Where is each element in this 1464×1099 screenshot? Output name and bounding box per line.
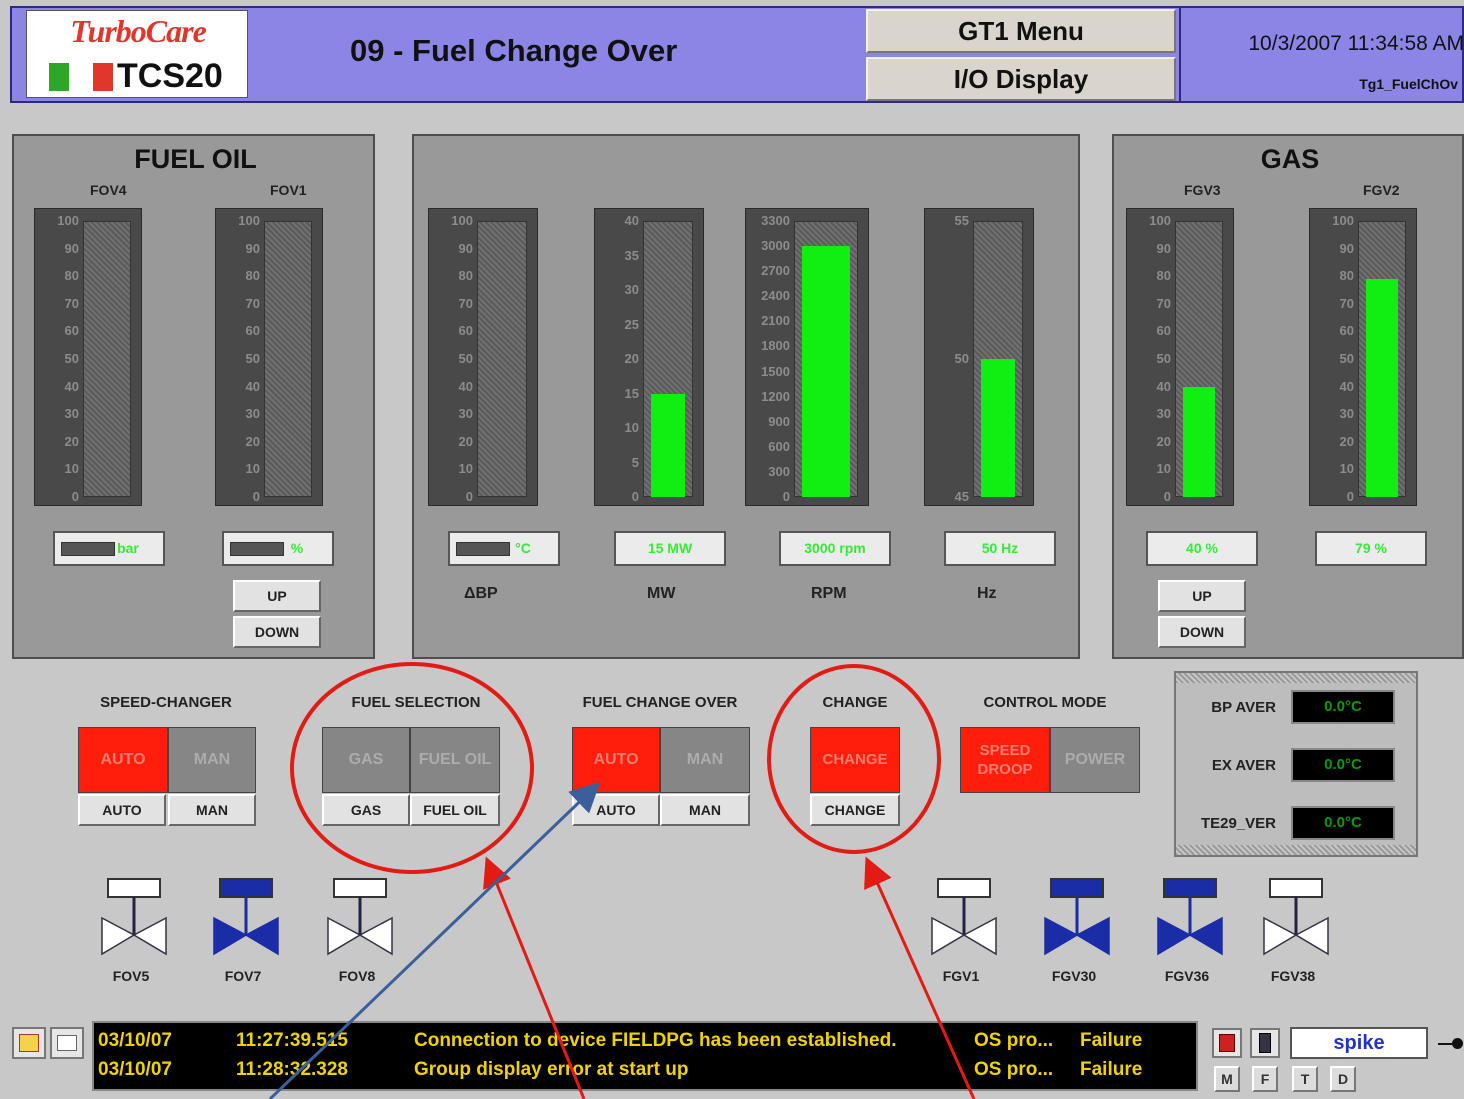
change-arrow xyxy=(864,856,976,1099)
fuel-selection-arrow xyxy=(483,856,586,1099)
annotation-arrows xyxy=(268,781,976,1099)
fuel-change-over-arrow xyxy=(268,781,601,1099)
